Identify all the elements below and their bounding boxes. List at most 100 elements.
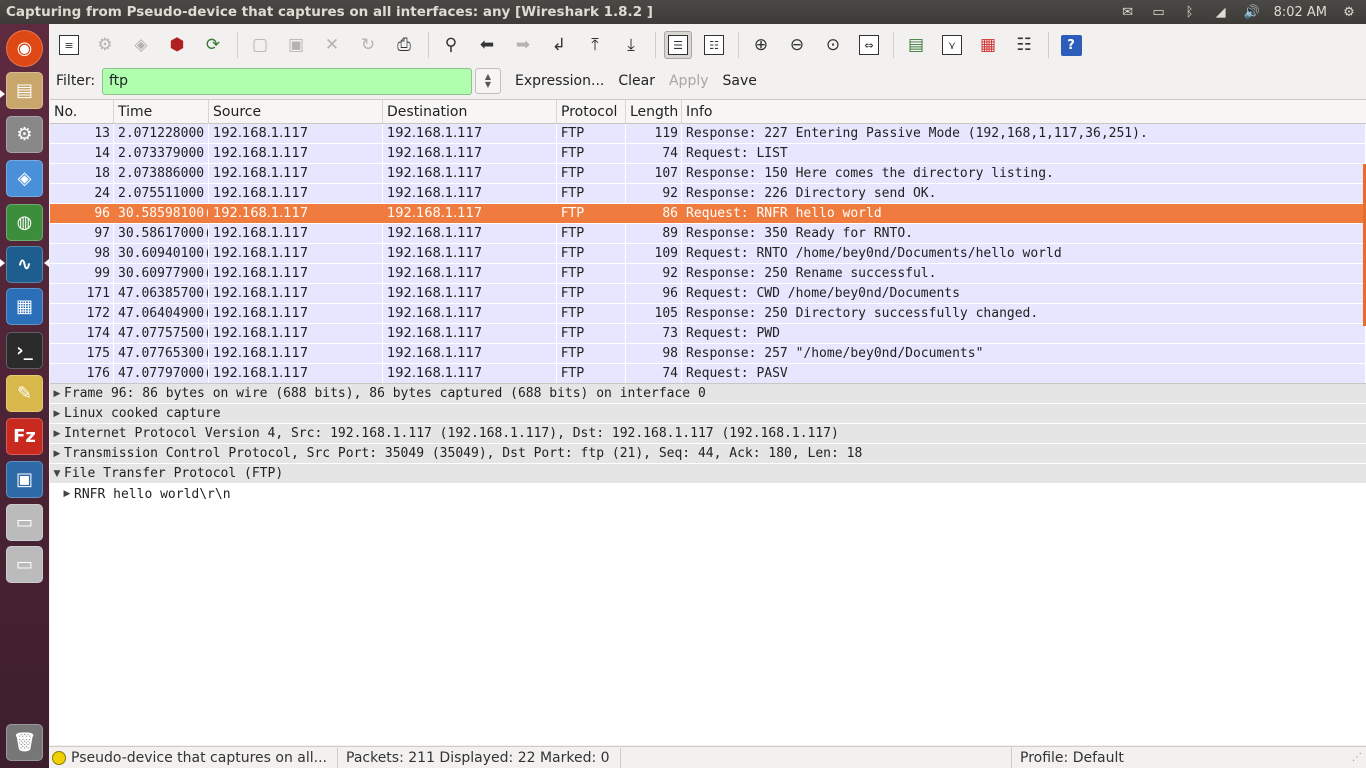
volume-icon[interactable]: 🔊: [1243, 5, 1261, 20]
stop-capture-icon[interactable]: ⬢: [163, 31, 191, 59]
cell-src: 192.168.1.117: [209, 324, 383, 343]
wireshark-icon[interactable]: ∿: [6, 246, 43, 283]
cell-len: 86: [626, 204, 682, 223]
capture-status-icon[interactable]: [52, 750, 66, 765]
table-row[interactable]: 13 2.071228000 192.168.1.117 192.168.1.117 F…: [50, 124, 1366, 144]
table-row-selected[interactable]: 96 30.58598100(192.168.1.117 192.168.1.117…: [50, 204, 1366, 224]
table-row[interactable]: 176 47.07797000(192.168.1.117 192.168.1.11…: [50, 364, 1366, 384]
expand-arrow-icon[interactable]: ▶: [50, 389, 64, 399]
table-row[interactable]: 14 2.073379000 192.168.1.117 192.168.1.117 F…: [50, 144, 1366, 164]
details-row[interactable]: ▼ File Transfer Protocol (FTP): [50, 464, 1366, 484]
files-icon[interactable]: ▤: [6, 72, 43, 109]
clock[interactable]: 8:02 AM: [1274, 5, 1327, 20]
column-header-destination[interactable]: Destination: [383, 100, 557, 123]
goto-packet-icon[interactable]: ↲: [545, 31, 573, 59]
table-row[interactable]: 24 2.075511000 192.168.1.117 192.168.1.117 F…: [50, 184, 1366, 204]
filter-history-dropdown[interactable]: ▲ ▼: [475, 68, 501, 94]
table-row[interactable]: 172 47.06404900(192.168.1.117 192.168.1.11…: [50, 304, 1366, 324]
details-row[interactable]: ▶ Transmission Control Protocol, Src Port…: [50, 444, 1366, 464]
capture-filters-icon[interactable]: ▤: [902, 31, 930, 59]
table-row[interactable]: 97 30.58617000(192.168.1.117 192.168.1.117…: [50, 224, 1366, 244]
gear-icon[interactable]: ⚙: [1340, 5, 1358, 20]
normal-size-icon[interactable]: ⊙: [819, 31, 847, 59]
table-row[interactable]: 174 47.07757500(192.168.1.117 192.168.1.11…: [50, 324, 1366, 344]
save-filter-button[interactable]: Save: [723, 73, 757, 89]
text-editor-icon[interactable]: ✎: [6, 375, 43, 412]
workspace-switcher-icon[interactable]: ▣: [6, 461, 43, 498]
drive-icon[interactable]: ▭: [6, 546, 43, 583]
wireshark-window: ≡ ⚙ ◈ ⬢ ⟳ ▢ ▣ ✕ ↻ ⎙ ⚲ ⬅ ➡ ↲ ⤒ ⤓ ☰ ☷ ⊕ ⊖ …: [49, 24, 1366, 768]
resize-grip-icon[interactable]: ⋰: [1352, 752, 1362, 763]
details-row[interactable]: ▶ Linux cooked capture: [50, 404, 1366, 424]
column-header-info[interactable]: Info: [682, 100, 1366, 123]
terminal-icon[interactable]: ›_: [6, 332, 43, 369]
column-header-length[interactable]: Length: [626, 100, 682, 123]
collapse-arrow-icon[interactable]: ▼: [50, 469, 64, 479]
expression-button[interactable]: Expression...: [515, 73, 604, 89]
zoom-in-icon[interactable]: ⊕: [747, 31, 775, 59]
table-row[interactable]: 171 47.06385700(192.168.1.117 192.168.1.11…: [50, 284, 1366, 304]
libreoffice-icon[interactable]: ▦: [6, 288, 43, 325]
cell-proto: FTP: [557, 184, 626, 203]
column-header-time[interactable]: Time: [114, 100, 209, 123]
dash-home-icon[interactable]: ◉: [6, 30, 43, 67]
colorize-icon[interactable]: ☰: [664, 31, 692, 59]
last-packet-icon[interactable]: ⤓: [617, 31, 645, 59]
help-icon[interactable]: ?: [1057, 31, 1085, 59]
save-file-icon[interactable]: ▣: [282, 31, 310, 59]
apply-button[interactable]: Apply: [669, 73, 709, 89]
status-profile[interactable]: Profile: Default: [1011, 747, 1124, 768]
preferences-icon[interactable]: ☷: [1010, 31, 1038, 59]
open-file-icon[interactable]: ▢: [246, 31, 274, 59]
expand-arrow-icon[interactable]: ▶: [50, 449, 64, 459]
details-subrow[interactable]: ▶ RNFR hello world\r\n: [50, 484, 1366, 504]
back-icon[interactable]: ⬅: [473, 31, 501, 59]
column-header-source[interactable]: Source: [209, 100, 383, 123]
resize-columns-icon[interactable]: ⇔: [855, 31, 883, 59]
filter-input[interactable]: [102, 67, 472, 95]
display-filters-icon[interactable]: ⋎: [938, 31, 966, 59]
table-row[interactable]: 99 30.60977900(192.168.1.117 192.168.1.117…: [50, 264, 1366, 284]
print-icon[interactable]: ⎙: [390, 31, 418, 59]
zoom-out-icon[interactable]: ⊖: [783, 31, 811, 59]
bluetooth-icon[interactable]: ᛒ: [1181, 5, 1199, 20]
network-icon[interactable]: ◢: [1212, 5, 1230, 20]
interfaces-icon[interactable]: ≡: [55, 31, 83, 59]
mail-icon[interactable]: ✉: [1119, 5, 1137, 20]
trash-icon[interactable]: 🗑: [6, 724, 43, 761]
coloring-rules-icon[interactable]: ▦: [974, 31, 1002, 59]
cell-info: Request: PASV: [682, 364, 1366, 383]
start-capture-icon[interactable]: ◈: [127, 31, 155, 59]
autoscroll-icon[interactable]: ☷: [700, 31, 728, 59]
clear-button[interactable]: Clear: [618, 73, 655, 89]
expand-arrow-icon[interactable]: ▶: [50, 429, 64, 439]
column-header-no[interactable]: No.: [50, 100, 114, 123]
column-header-protocol[interactable]: Protocol: [557, 100, 626, 123]
cell-no: 172: [50, 304, 114, 323]
packet-details[interactable]: ▶ Frame 96: 86 bytes on wire (688 bits), …: [50, 383, 1366, 745]
chrome-icon[interactable]: ◍: [6, 204, 43, 241]
table-row[interactable]: 98 30.60940100(192.168.1.117 192.168.1.117…: [50, 244, 1366, 264]
cell-len: 109: [626, 244, 682, 263]
packet-list[interactable]: No. Time Source Destination Protocol Len…: [50, 99, 1366, 384]
details-row[interactable]: ▶ Internet Protocol Version 4, Src: 192.1…: [50, 424, 1366, 444]
reload-icon[interactable]: ↻: [354, 31, 382, 59]
close-file-icon[interactable]: ✕: [318, 31, 346, 59]
expand-arrow-icon[interactable]: ▶: [60, 489, 74, 499]
cell-src: 192.168.1.117: [209, 224, 383, 243]
expand-arrow-icon[interactable]: ▶: [50, 409, 64, 419]
find-icon[interactable]: ⚲: [437, 31, 465, 59]
cell-src: 192.168.1.117: [209, 144, 383, 163]
settings-manager-icon[interactable]: ⚙: [6, 116, 43, 153]
drive-icon[interactable]: ▭: [6, 504, 43, 541]
table-row[interactable]: 175 47.07765300(192.168.1.117 192.168.1.11…: [50, 344, 1366, 364]
capture-options-icon[interactable]: ⚙: [91, 31, 119, 59]
restart-capture-icon[interactable]: ⟳: [199, 31, 227, 59]
filezilla-icon[interactable]: Fz: [6, 418, 43, 455]
forward-icon[interactable]: ➡: [509, 31, 537, 59]
3d-box-icon[interactable]: ◈: [6, 160, 43, 197]
battery-icon[interactable]: ▭: [1150, 5, 1168, 20]
details-row[interactable]: ▶ Frame 96: 86 bytes on wire (688 bits), …: [50, 384, 1366, 404]
table-row[interactable]: 18 2.073886000 192.168.1.117 192.168.1.117 F…: [50, 164, 1366, 184]
first-packet-icon[interactable]: ⤒: [581, 31, 609, 59]
